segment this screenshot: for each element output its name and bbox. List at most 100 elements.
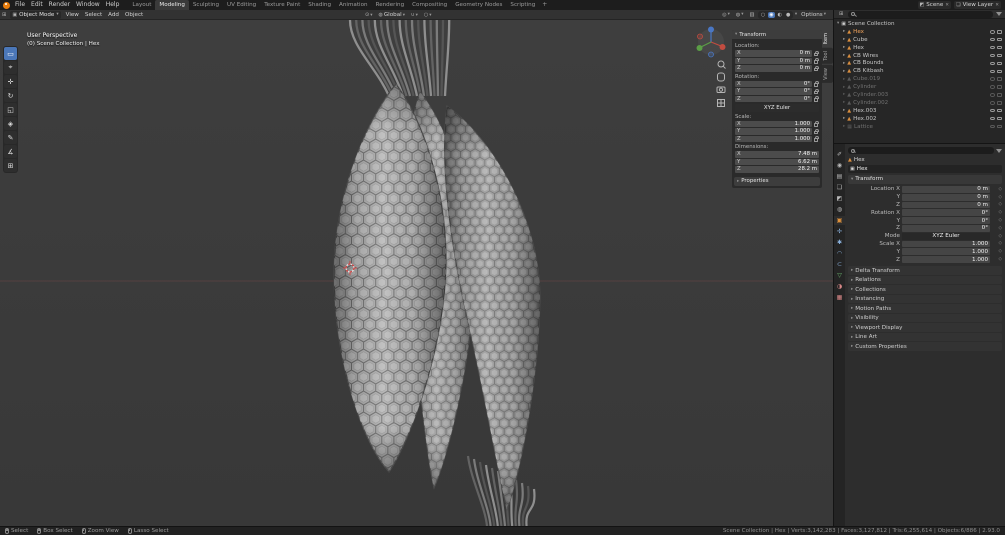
expand-icon[interactable]: ▸ bbox=[843, 100, 845, 105]
section-viewport-display[interactable]: ▸ Viewport Display bbox=[848, 323, 1002, 332]
properties-tab-output[interactable]: ▤ bbox=[834, 172, 845, 181]
outliner-item-cb-bounds[interactable]: ▸ ▲ CB Bounds bbox=[834, 59, 1005, 67]
lock-icon[interactable] bbox=[814, 66, 820, 71]
outliner-item-hex-003[interactable]: ▸ ▲ Hex.003 bbox=[834, 107, 1005, 115]
workspace-tab-animation[interactable]: Animation bbox=[335, 0, 372, 10]
rendered-shading-icon[interactable]: ● bbox=[785, 12, 792, 18]
field-location-x[interactable]: 0 m bbox=[902, 186, 990, 193]
lock-icon[interactable] bbox=[814, 58, 820, 64]
camera-view-icon[interactable] bbox=[716, 86, 726, 93]
outliner-item-cube[interactable]: ▸ ▲ Cube bbox=[834, 36, 1005, 44]
hide-in-viewport-icon[interactable] bbox=[990, 37, 995, 42]
axis-z-handle[interactable] bbox=[708, 26, 714, 33]
expand-icon[interactable]: ▸ bbox=[843, 108, 845, 113]
expand-icon[interactable]: ▸ bbox=[843, 77, 845, 82]
lock-icon[interactable] bbox=[814, 129, 820, 134]
section-motion-paths[interactable]: ▸ Motion Paths bbox=[848, 304, 1002, 313]
perspective-toggle-icon[interactable] bbox=[717, 99, 725, 107]
properties-tab-material[interactable]: ◑ bbox=[834, 282, 845, 291]
hide-in-viewport-icon[interactable] bbox=[990, 45, 995, 50]
lock-icon[interactable] bbox=[814, 81, 820, 87]
decorate-icon[interactable]: ◇ bbox=[992, 210, 1002, 215]
properties-search[interactable] bbox=[848, 147, 994, 154]
outliner-item-hex-002[interactable]: ▸ ▲ Hex.002 bbox=[834, 115, 1005, 123]
hide-in-viewport-icon[interactable] bbox=[990, 93, 995, 97]
cursor-tool[interactable]: ⌖ bbox=[4, 61, 17, 74]
add-workspace-button[interactable]: + bbox=[539, 0, 550, 10]
lock-icon[interactable] bbox=[814, 136, 820, 142]
npanel-scale-y-field[interactable]: Y 1.000 bbox=[735, 128, 812, 135]
expand-icon[interactable]: ▸ bbox=[843, 116, 845, 121]
pivot-selector[interactable]: ⊙ ▾ bbox=[363, 11, 374, 19]
field-z[interactable]: 1.000 bbox=[902, 256, 990, 263]
properties-tab-world[interactable]: ◍ bbox=[834, 205, 845, 214]
properties-tab-constraints[interactable]: ⊂ bbox=[834, 260, 845, 269]
rotation-mode-select[interactable]: XYZ Euler bbox=[735, 104, 819, 112]
field-y[interactable]: 1.000 bbox=[902, 248, 990, 256]
transform-panel-header[interactable]: ▾ Transform bbox=[848, 175, 1002, 184]
npanel-rotation-x-field[interactable]: X 0° bbox=[735, 80, 812, 87]
disable-in-renders-icon[interactable] bbox=[997, 69, 1002, 74]
decorate-icon[interactable]: ◇ bbox=[992, 195, 1002, 200]
viewport-menu-select[interactable]: Select bbox=[82, 12, 105, 18]
menu-window[interactable]: Window bbox=[73, 0, 103, 10]
menu-help[interactable]: Help bbox=[103, 0, 123, 10]
npanel-location-y-field[interactable]: Y0 m bbox=[735, 57, 812, 64]
field-z[interactable]: 0° bbox=[902, 224, 990, 232]
hide-in-viewport-icon[interactable] bbox=[990, 69, 995, 74]
expand-icon[interactable]: ▸ bbox=[843, 124, 845, 129]
outliner-item-hex[interactable]: ▸ ▲ Hex bbox=[834, 44, 1005, 52]
disable-in-renders-icon[interactable] bbox=[997, 61, 1002, 66]
field-mode[interactable]: XYZ Euler bbox=[902, 232, 990, 240]
axis-neg-x-handle[interactable] bbox=[697, 33, 703, 40]
properties-tab-object-data[interactable]: ▽ bbox=[834, 271, 845, 280]
expand-icon[interactable]: ▸ bbox=[843, 53, 845, 58]
section-relations[interactable]: ▸ Relations bbox=[848, 275, 1002, 285]
field-scale-x[interactable]: 1.000 bbox=[902, 240, 990, 248]
outliner-item-cb-kitbash[interactable]: ▸ ▲ CB Kitbash bbox=[834, 67, 1005, 75]
outliner-item-cb-wires[interactable]: ▸ ▲ CB Wires bbox=[834, 52, 1005, 60]
display-mode-icon[interactable]: ⊞ bbox=[837, 11, 845, 17]
add-cube-tool[interactable]: ⊞ bbox=[4, 159, 17, 172]
pan-hand-icon[interactable] bbox=[717, 72, 725, 82]
transform-tool[interactable]: ◈ bbox=[4, 117, 17, 130]
outliner-item-cylinder-002[interactable]: ▸ ▲ Cylinder.002 bbox=[834, 99, 1005, 107]
decorate-icon[interactable]: ◇ bbox=[992, 187, 1002, 192]
properties-tab-texture[interactable]: ▦ bbox=[834, 293, 845, 302]
npanel-scale-z-field[interactable]: Z 1.000 bbox=[735, 135, 812, 142]
disable-in-renders-icon[interactable] bbox=[997, 124, 1002, 129]
properties-tab-view-layer[interactable]: ❏ bbox=[834, 183, 845, 192]
view-layer-selector[interactable]: ❏ View Layer ✕ bbox=[954, 1, 1001, 9]
wireframe-shading-icon[interactable]: ○ bbox=[759, 12, 766, 18]
unlink-scene-icon[interactable]: ✕ bbox=[945, 3, 949, 8]
select-box-tool[interactable]: ▭ bbox=[4, 47, 17, 60]
outliner-item-cylinder[interactable]: ▸ ▲ Cylinder bbox=[834, 83, 1005, 91]
workspace-tab-geometry-nodes[interactable]: Geometry Nodes bbox=[451, 0, 506, 10]
snap-toggle[interactable]: ∪ ▾ bbox=[409, 11, 420, 19]
collapse-icon[interactable]: ▾ bbox=[837, 21, 839, 26]
mode-selector[interactable]: ▣ Object Mode ▾ bbox=[10, 10, 61, 19]
3d-viewport[interactable]: User Perspective (0) Scene Collection | … bbox=[0, 20, 833, 526]
outliner-search[interactable] bbox=[848, 10, 993, 18]
workspace-tab-modeling[interactable]: Modeling bbox=[155, 0, 189, 10]
expand-icon[interactable]: ▸ bbox=[843, 85, 845, 90]
disable-in-renders-icon[interactable] bbox=[997, 108, 1002, 113]
chevron-down-icon[interactable]: ▾ bbox=[795, 12, 797, 17]
decorate-icon[interactable]: ◇ bbox=[992, 226, 1002, 231]
properties-tab-particles[interactable]: ✱ bbox=[834, 238, 845, 247]
hide-in-viewport-icon[interactable] bbox=[990, 124, 995, 129]
npanel-tab-view[interactable]: View bbox=[822, 65, 833, 83]
hide-in-viewport-icon[interactable] bbox=[990, 77, 995, 81]
expand-icon[interactable]: ▸ bbox=[843, 92, 845, 97]
field-rotation-x[interactable]: 0° bbox=[902, 209, 990, 217]
npanel-rotation-z-field[interactable]: Z 0° bbox=[735, 95, 812, 102]
section-collections[interactable]: ▸ Collections bbox=[848, 285, 1002, 294]
hide-in-viewport-icon[interactable] bbox=[990, 108, 995, 113]
workspace-tab-texture-paint[interactable]: Texture Paint bbox=[260, 0, 304, 10]
outliner-item-cylinder-003[interactable]: ▸ ▲ Cylinder.003 bbox=[834, 91, 1005, 99]
section-custom-properties[interactable]: ▸ Custom Properties bbox=[848, 342, 1002, 351]
menu-render[interactable]: Render bbox=[46, 0, 73, 10]
disable-in-renders-icon[interactable] bbox=[997, 116, 1002, 121]
navigation-gizmo[interactable] bbox=[696, 26, 726, 58]
field-y[interactable]: 0° bbox=[902, 217, 990, 224]
